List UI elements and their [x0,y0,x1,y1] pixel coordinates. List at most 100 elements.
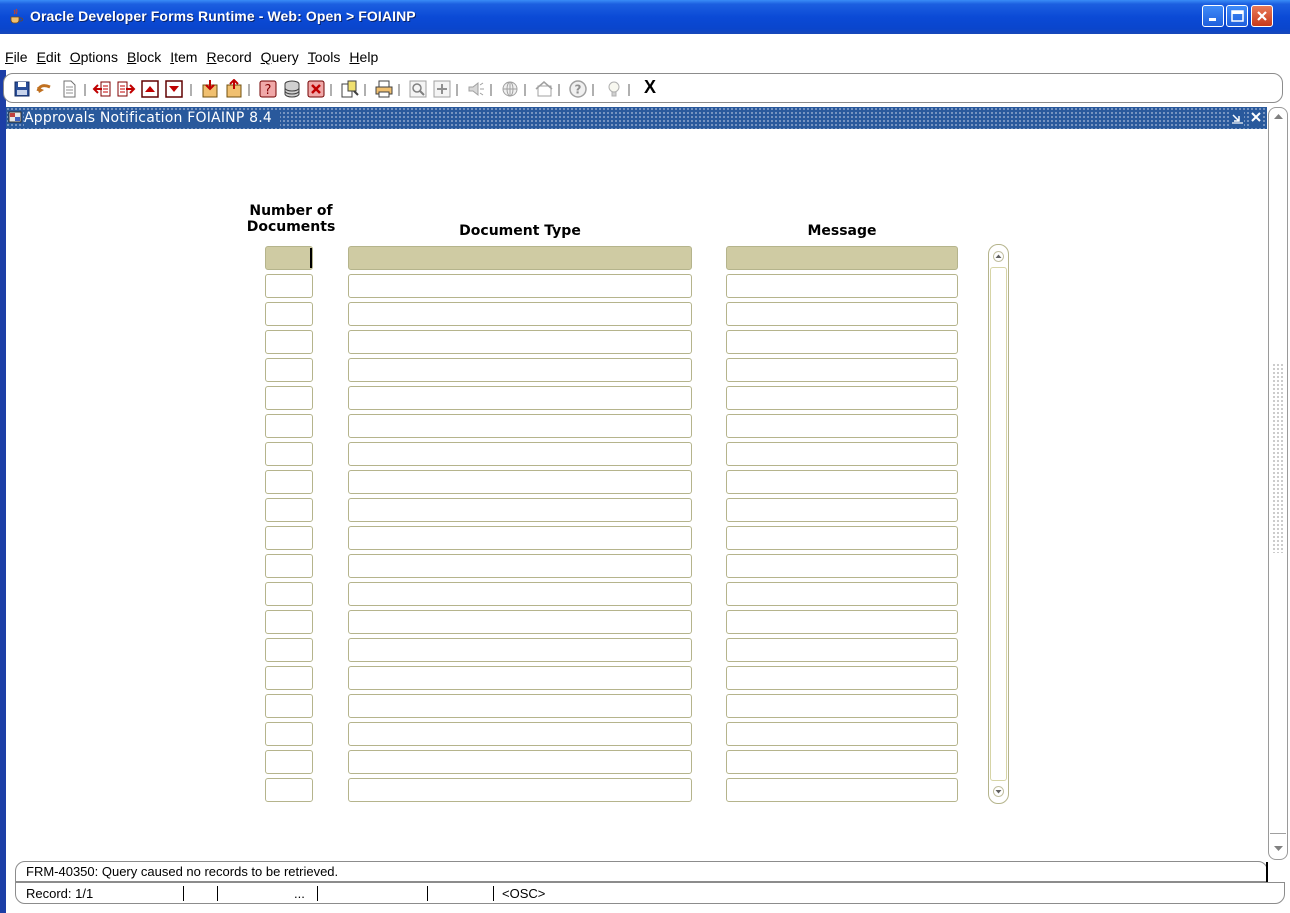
add-icon[interactable] [432,79,452,99]
menu-item-tools[interactable]: Tools [308,49,341,65]
minimize-form-icon[interactable] [1230,110,1244,128]
number-of-documents-field[interactable] [265,694,313,718]
document-type-field[interactable] [348,554,692,578]
message-field[interactable] [726,498,958,522]
menu-item-options[interactable]: Options [70,49,118,65]
number-of-documents-field[interactable] [265,638,313,662]
message-field[interactable] [726,722,958,746]
menu-item-help[interactable]: Help [349,49,378,65]
message-field[interactable] [726,470,958,494]
number-of-documents-field[interactable] [265,358,313,382]
delete-record-icon[interactable] [224,79,244,99]
message-field[interactable] [726,302,958,326]
document-type-field[interactable] [348,498,692,522]
document-type-field[interactable] [348,582,692,606]
message-field[interactable] [726,358,958,382]
number-of-documents-field[interactable] [265,750,313,774]
document-type-field[interactable] [348,750,692,774]
number-of-documents-field[interactable] [265,302,313,326]
lightbulb-icon[interactable] [604,79,624,99]
message-field[interactable] [726,442,958,466]
number-of-documents-field[interactable] [265,246,313,270]
document-type-field[interactable] [348,330,692,354]
number-of-documents-field[interactable] [265,610,313,634]
window-title-bar[interactable]: Oracle Developer Forms Runtime - Web: Op… [0,0,1290,35]
message-field[interactable] [726,526,958,550]
message-field[interactable] [726,610,958,634]
minimize-button[interactable] [1202,5,1224,27]
execute-query-icon[interactable] [282,79,302,99]
document-icon[interactable] [59,79,79,99]
number-of-documents-field[interactable] [265,274,313,298]
cancel-query-icon[interactable] [306,79,326,99]
scrollbar-thumb[interactable] [1270,833,1286,840]
message-field[interactable] [726,778,958,802]
next-record-icon[interactable] [164,79,184,99]
enter-query-icon[interactable]: ? [258,79,278,99]
document-type-field[interactable] [348,414,692,438]
globe-icon[interactable] [500,79,520,99]
message-field[interactable] [726,274,958,298]
close-window-button[interactable] [1251,5,1273,27]
menu-item-query[interactable]: Query [261,49,299,65]
maximize-button[interactable] [1226,5,1248,27]
document-type-field[interactable] [348,246,692,270]
menu-item-file[interactable]: File [5,49,28,65]
records-scroll-up-icon[interactable] [993,251,1004,262]
insert-record-icon[interactable] [200,79,220,99]
help-icon[interactable]: ? [568,79,588,99]
scroll-down-icon[interactable] [1273,845,1284,853]
message-field[interactable] [726,554,958,578]
message-field[interactable] [726,666,958,690]
document-type-field[interactable] [348,722,692,746]
search-icon[interactable] [408,79,428,99]
message-field[interactable] [726,694,958,718]
number-of-documents-field[interactable] [265,666,313,690]
document-type-field[interactable] [348,778,692,802]
document-type-field[interactable] [348,638,692,662]
number-of-documents-field[interactable] [265,582,313,606]
print-preview-icon[interactable] [340,79,360,99]
close-form-icon[interactable] [1249,110,1263,128]
message-field[interactable] [726,750,958,774]
menu-item-block[interactable]: Block [127,49,161,65]
menu-item-record[interactable]: Record [206,49,251,65]
message-field[interactable] [726,386,958,410]
document-type-field[interactable] [348,694,692,718]
number-of-documents-field[interactable] [265,330,313,354]
document-type-field[interactable] [348,526,692,550]
scroll-up-icon[interactable] [1273,112,1284,120]
document-type-field[interactable] [348,358,692,382]
rollback-icon[interactable] [34,79,54,99]
message-field[interactable] [726,246,958,270]
message-field[interactable] [726,330,958,354]
next-block-icon[interactable] [116,79,136,99]
number-of-documents-field[interactable] [265,722,313,746]
records-scrollbar-thumb[interactable] [990,267,1007,781]
document-type-field[interactable] [348,442,692,466]
document-type-field[interactable] [348,666,692,690]
number-of-documents-field[interactable] [265,526,313,550]
document-type-field[interactable] [348,274,692,298]
document-type-field[interactable] [348,470,692,494]
print-icon[interactable] [374,79,394,99]
number-of-documents-field[interactable] [265,778,313,802]
window-vertical-scrollbar[interactable] [1268,107,1288,860]
speaker-icon[interactable] [466,79,486,99]
scrollbar-grip[interactable] [1272,363,1284,553]
document-type-field[interactable] [348,386,692,410]
save-icon[interactable] [12,79,32,99]
message-field[interactable] [726,582,958,606]
number-of-documents-field[interactable] [265,414,313,438]
options-icon[interactable] [534,79,554,99]
number-of-documents-field[interactable] [265,442,313,466]
records-scrollbar[interactable] [988,244,1009,804]
exit-button[interactable]: X [644,77,656,98]
previous-record-icon[interactable] [140,79,160,99]
number-of-documents-field[interactable] [265,470,313,494]
message-field[interactable] [726,414,958,438]
previous-block-icon[interactable] [92,79,112,99]
number-of-documents-field[interactable] [265,386,313,410]
document-type-field[interactable] [348,610,692,634]
menu-item-item[interactable]: Item [170,49,197,65]
